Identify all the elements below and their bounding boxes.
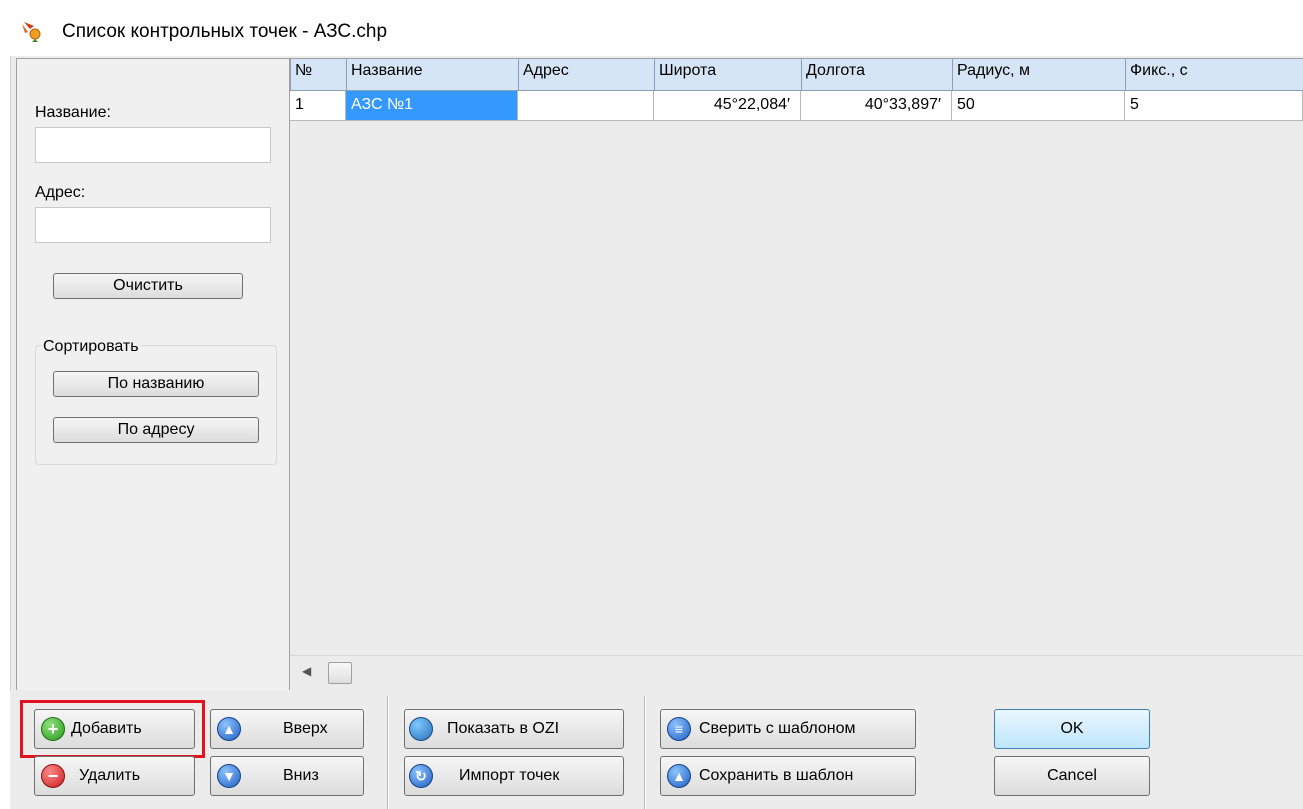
move-down-label: Вниз xyxy=(283,767,319,784)
address-filter-input[interactable] xyxy=(35,207,271,243)
title-bar: Список контрольных точек - АЗС.chp xyxy=(0,0,1303,56)
clear-button[interactable]: Очистить xyxy=(53,273,243,299)
window-title: Список контрольных точек - АЗС.chp xyxy=(62,21,388,42)
column-header-address[interactable]: Адрес xyxy=(518,59,654,91)
address-label: Адрес: xyxy=(35,184,86,201)
import-points-button[interactable]: ↻ Импорт точек xyxy=(404,756,624,796)
name-filter-input[interactable] xyxy=(35,127,271,163)
cell-name[interactable]: АЗС №1 xyxy=(346,91,518,121)
cell-number[interactable]: 1 xyxy=(290,91,346,121)
column-header-fix-time[interactable]: Фикс., с xyxy=(1125,59,1303,91)
horizontal-scrollbar[interactable]: ◀ xyxy=(290,655,1303,692)
column-header-number[interactable]: № xyxy=(290,59,346,91)
plus-icon: + xyxy=(41,717,65,741)
scroll-thumb[interactable] xyxy=(328,662,352,684)
compare-with-template-label: Сверить с шаблоном xyxy=(699,720,856,737)
ok-button[interactable]: OK xyxy=(994,709,1150,749)
table-header: № Название Адрес Широта Долгота Радиус, … xyxy=(290,59,1303,91)
delete-button-label: Удалить xyxy=(79,767,141,784)
satellite-pin-icon xyxy=(22,22,41,42)
move-up-label: Вверх xyxy=(283,720,328,737)
globe-icon xyxy=(409,717,433,741)
filter-panel: Название: Адрес: Очистить Сортировать По… xyxy=(16,58,290,692)
arrow-up-icon: ▲ xyxy=(217,717,241,741)
minus-icon: − xyxy=(41,764,65,788)
import-points-label: Импорт точек xyxy=(459,767,560,784)
table-row[interactable]: 1 АЗС №1 45°22,084′ 40°33,897′ 50 5 xyxy=(290,91,1303,121)
toolbar-separator xyxy=(644,696,646,809)
column-header-latitude[interactable]: Широта xyxy=(654,59,801,91)
show-in-ozi-button[interactable]: Показать в OZI xyxy=(404,709,624,749)
cancel-button[interactable]: Cancel xyxy=(994,756,1150,796)
save-to-template-button[interactable]: ▲ Сохранить в шаблон xyxy=(660,756,916,796)
name-label: Название: xyxy=(35,104,111,121)
cell-longitude[interactable]: 40°33,897′ xyxy=(801,91,952,121)
sort-by-name-button[interactable]: По названию xyxy=(53,371,259,397)
column-header-radius[interactable]: Радиус, м xyxy=(952,59,1125,91)
delete-button[interactable]: − Удалить xyxy=(34,756,195,796)
column-header-longitude[interactable]: Долгота xyxy=(801,59,952,91)
cell-fix-time[interactable]: 5 xyxy=(1125,91,1303,121)
add-button-label: Добавить xyxy=(71,720,142,737)
sort-group-label: Сортировать xyxy=(41,337,141,357)
refresh-icon: ↻ xyxy=(409,764,433,788)
arrow-down-icon: ▼ xyxy=(217,764,241,788)
column-header-name[interactable]: Название xyxy=(346,59,518,91)
cell-latitude[interactable]: 45°22,084′ xyxy=(654,91,801,121)
save-to-template-label: Сохранить в шаблон xyxy=(699,767,854,784)
sort-group xyxy=(35,345,277,465)
move-down-button[interactable]: ▼ Вниз xyxy=(210,756,364,796)
compare-with-template-button[interactable]: ≡ Сверить с шаблоном xyxy=(660,709,916,749)
points-table: № Название Адрес Широта Долгота Радиус, … xyxy=(290,58,1303,692)
sort-by-address-button[interactable]: По адресу xyxy=(53,417,259,443)
move-up-button[interactable]: ▲ Вверх xyxy=(210,709,364,749)
toolbar-separator xyxy=(387,696,389,809)
cell-radius[interactable]: 50 xyxy=(952,91,1125,121)
upload-icon: ▲ xyxy=(667,764,691,788)
add-button[interactable]: + Добавить xyxy=(34,709,195,749)
cell-address[interactable] xyxy=(518,91,654,121)
scroll-left-arrow-icon[interactable]: ◀ xyxy=(302,664,311,678)
show-in-ozi-label: Показать в OZI xyxy=(447,720,560,737)
list-icon: ≡ xyxy=(667,717,691,741)
